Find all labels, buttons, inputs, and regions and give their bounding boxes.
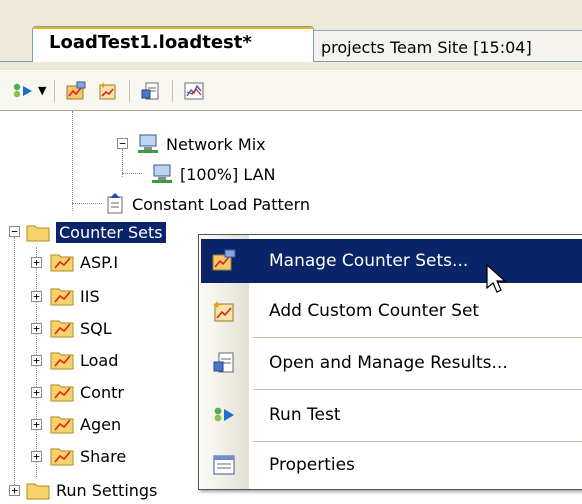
tree-node-label: [100%] LAN xyxy=(180,164,276,184)
tree-expander[interactable]: + xyxy=(31,419,42,430)
tree-node-label: IIS xyxy=(80,286,100,306)
menu-separator xyxy=(253,337,582,338)
add-custom-counter-set-button[interactable]: ✦ xyxy=(95,78,121,104)
folder-icon xyxy=(26,483,50,500)
tree-node-label: ASP.I xyxy=(80,252,119,272)
counter-set-icon xyxy=(50,416,74,434)
tree-connector xyxy=(72,111,73,211)
document-tab-strip: LoadTest1.loadtest* projects Team Site [… xyxy=(0,0,582,70)
tab-loadtest1[interactable]: LoadTest1.loadtest* xyxy=(32,26,314,62)
tree-node-load-pattern[interactable]: Constant Load Pattern xyxy=(104,189,310,219)
counter-set-icon xyxy=(50,384,74,402)
run-settings-expander[interactable]: + xyxy=(9,485,20,496)
tree-node-label: Run Settings xyxy=(56,480,158,500)
open-manage-results-icon xyxy=(201,351,247,375)
tree-expander[interactable]: + xyxy=(31,291,42,302)
folder-icon xyxy=(26,225,50,242)
tree-node-label: Load xyxy=(80,350,119,370)
add-custom-counter-set-icon: ✦ xyxy=(99,81,116,99)
tab-team-site[interactable]: projects Team Site [15:04] xyxy=(308,30,582,62)
toolbar-separator xyxy=(54,79,56,102)
tree-node-counter-set[interactable]: ASP.I xyxy=(50,247,118,277)
tree-node-counter-set[interactable]: SQL xyxy=(50,313,112,343)
tree-node-label: Share xyxy=(80,446,127,466)
run-test-icon xyxy=(13,83,32,97)
run-test-icon xyxy=(201,405,247,425)
manage-counter-sets-icon xyxy=(66,81,86,99)
context-menu: Manage Counter Sets... ✦ Add Custom Coun… xyxy=(198,234,582,490)
tree-connector xyxy=(14,237,15,489)
run-test-button[interactable] xyxy=(10,78,36,104)
tree-node-label-selected: Counter Sets xyxy=(55,220,167,244)
manage-counter-sets-button[interactable] xyxy=(63,78,89,104)
menu-item-label: Properties xyxy=(269,455,355,475)
tree-node-counter-sets[interactable]: Counter Sets xyxy=(26,217,167,247)
svg-text:✦: ✦ xyxy=(99,81,107,92)
tab-strip-line xyxy=(0,61,32,62)
menu-item-label: Add Custom Counter Set xyxy=(269,301,480,321)
add-custom-counter-set-icon: ✦ xyxy=(201,299,247,323)
menu-item-add-custom-counter-set[interactable]: ✦ Add Custom Counter Set xyxy=(201,289,582,333)
load-pattern-icon xyxy=(107,193,123,214)
counter-set-icon xyxy=(50,254,74,272)
menu-separator xyxy=(253,441,582,442)
tree-node-label: Network Mix xyxy=(166,134,266,154)
menu-item-label: Open and Manage Results... xyxy=(269,353,508,373)
menu-item-properties[interactable]: Properties xyxy=(201,443,582,487)
menu-item-open-manage-results[interactable]: Open and Manage Results... xyxy=(201,341,582,385)
chart-analysis-icon xyxy=(184,82,204,99)
tree-node-label: Agen xyxy=(80,414,122,434)
properties-icon xyxy=(201,454,247,476)
tree-node-counter-set[interactable]: Load xyxy=(50,345,118,375)
run-test-dropdown-arrow[interactable]: ▼ xyxy=(38,84,46,97)
counter-set-icon xyxy=(50,352,74,370)
counter-set-icon xyxy=(50,320,74,338)
tree-expander[interactable]: + xyxy=(31,257,42,268)
manage-counter-sets-icon xyxy=(201,249,247,273)
menu-item-manage-counter-sets[interactable]: Manage Counter Sets... xyxy=(201,239,582,283)
open-manage-results-button[interactable] xyxy=(138,78,164,104)
counter-set-icon xyxy=(50,288,74,306)
tree-node-label: Constant Load Pattern xyxy=(132,194,311,214)
tree-expander[interactable]: + xyxy=(31,355,42,366)
tree-node-counter-set[interactable]: Share xyxy=(50,441,126,471)
mouse-cursor-icon xyxy=(486,264,507,293)
tree-expander[interactable]: + xyxy=(31,323,42,334)
tree-connector xyxy=(72,203,102,204)
network-mix-expander[interactable]: − xyxy=(117,138,128,149)
toolbar-separator xyxy=(129,79,131,102)
tree-node-label: Contr xyxy=(80,382,124,402)
tree-node-label: SQL xyxy=(80,318,112,338)
menu-item-run-test[interactable]: Run Test xyxy=(201,393,582,437)
network-icon xyxy=(152,164,172,183)
tree-node-network-mix[interactable]: Network Mix xyxy=(136,129,266,159)
tab-strip-baseline xyxy=(314,61,582,62)
counter-set-icon xyxy=(50,448,74,466)
tree-expander[interactable]: + xyxy=(31,387,42,398)
menu-item-label: Manage Counter Sets... xyxy=(269,251,469,271)
tree-node-counter-set[interactable]: IIS xyxy=(50,281,100,311)
menu-separator xyxy=(253,389,582,390)
analyze-button[interactable] xyxy=(181,78,207,104)
open-manage-results-icon xyxy=(141,82,159,99)
tree-node-run-settings[interactable]: Run Settings xyxy=(26,475,157,504)
svg-text:✦: ✦ xyxy=(212,299,222,312)
counter-sets-expander[interactable]: − xyxy=(9,226,20,237)
tree-node-lan[interactable]: [100%] LAN xyxy=(150,159,276,189)
tree-node-counter-set[interactable]: Contr xyxy=(50,377,124,407)
toolbar-separator xyxy=(172,79,174,102)
tree-expander[interactable]: + xyxy=(31,451,42,462)
menu-item-label: Run Test xyxy=(269,405,341,425)
tree-connector xyxy=(122,173,142,174)
tree-node-counter-set[interactable]: Agen xyxy=(50,409,121,439)
load-test-toolbar: ▼ ✦ xyxy=(0,70,582,110)
network-icon xyxy=(138,134,158,153)
